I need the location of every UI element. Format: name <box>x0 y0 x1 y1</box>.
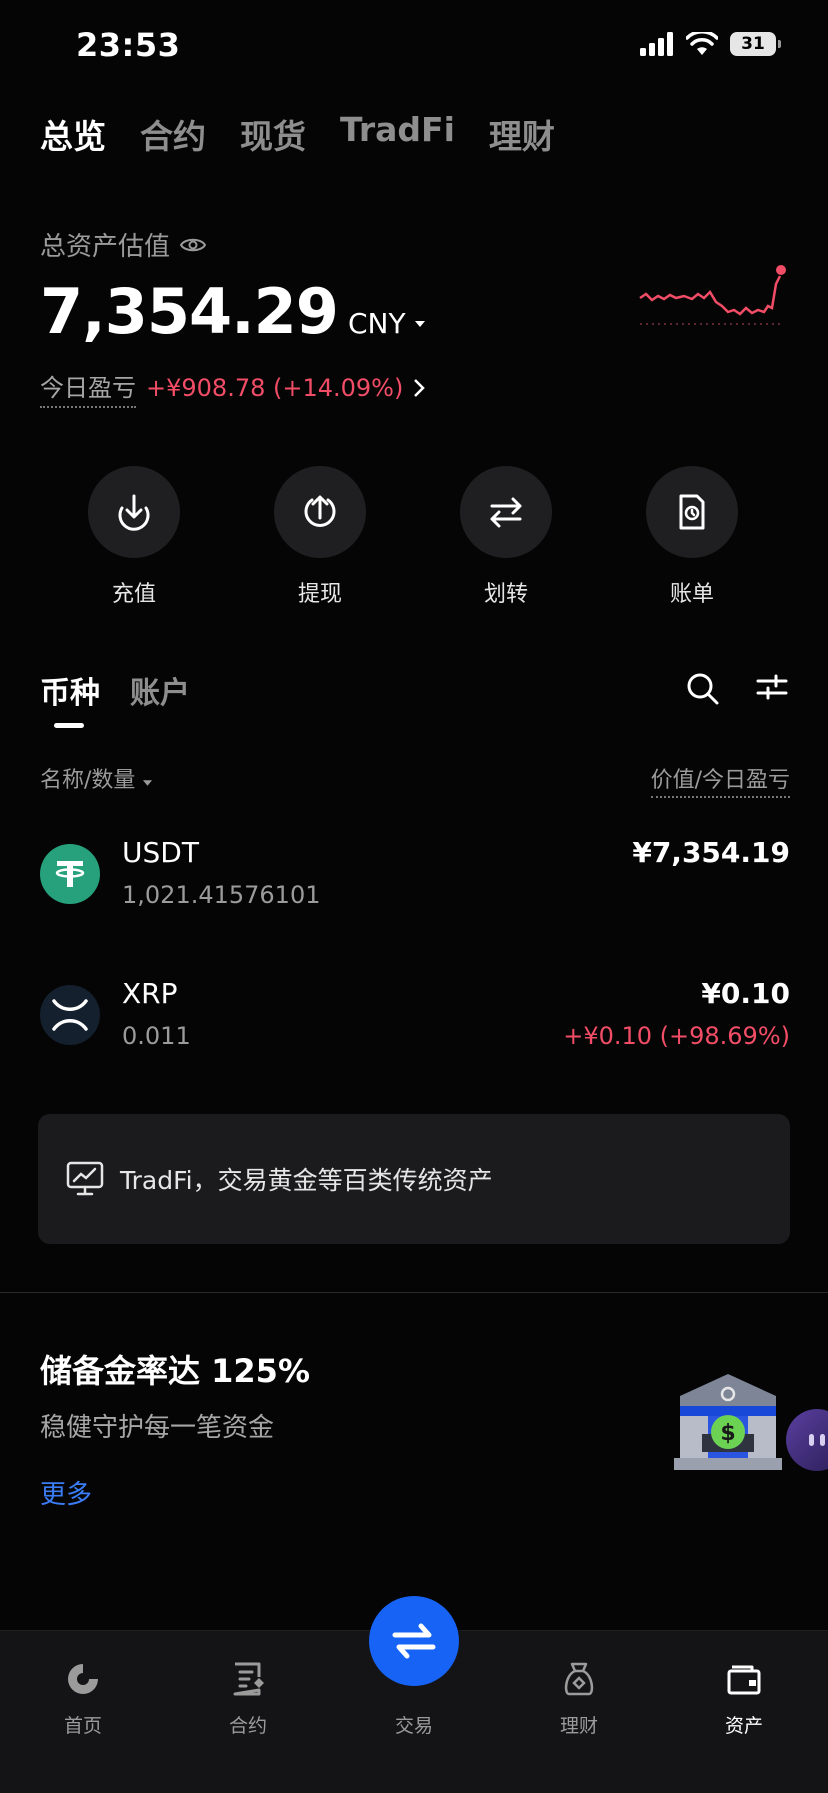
nav-home[interactable]: 首页 <box>23 1661 143 1738</box>
sub-tabs: 币种 账户 <box>40 668 190 712</box>
earn-icon <box>564 1662 594 1696</box>
coin-symbol: XRP <box>122 977 178 1010</box>
nav-earn-label: 理财 <box>559 1715 598 1737</box>
withdraw-icon <box>304 495 336 527</box>
signal-icon <box>640 32 673 56</box>
usdt-logo-icon <box>40 844 100 904</box>
bank-illustration-icon: $ <box>674 1374 782 1470</box>
deposit-icon <box>118 494 150 531</box>
today-pnl-label: 今日盈亏 <box>40 368 136 408</box>
tab-contract[interactable]: 合约 <box>140 110 206 158</box>
status-icons: 31 <box>640 32 781 56</box>
tradfi-banner[interactable]: TradFi，交易黄金等百类传统资产 <box>38 1114 790 1244</box>
coin-quantity: 0.011 <box>122 1022 191 1050</box>
tab-overview[interactable]: 总览 <box>40 110 106 158</box>
tab-account[interactable]: 账户 <box>130 668 190 712</box>
reserve-title: 储备金率达 125% <box>40 1352 311 1390</box>
bill-label: 账单 <box>669 582 714 607</box>
search-icon[interactable] <box>686 672 720 706</box>
transfer-label: 划转 <box>483 582 528 607</box>
deposit-label: 充值 <box>111 582 156 607</box>
top-tabs: 总览 合约 现货 TradFi 理财 <box>40 110 555 158</box>
trade-icon <box>392 1623 436 1659</box>
tab-currency[interactable]: 币种 <box>40 668 100 712</box>
coin-row-usdt[interactable]: USDT 1,021.41576101 ¥7,354.19 <box>40 836 790 909</box>
coin-quantity: 1,021.41576101 <box>122 881 321 909</box>
sort-name-label: 名称/数量 <box>40 768 136 793</box>
today-pnl-row[interactable]: 今日盈亏 +¥908.78 (+14.09%) <box>40 368 426 408</box>
reserve-more-link[interactable]: 更多 <box>40 1474 92 1511</box>
currency-selector[interactable]: CNY <box>348 307 426 340</box>
filter-icon[interactable] <box>756 672 788 702</box>
total-asset-value-row: 7,354.29 CNY <box>40 275 426 348</box>
coin-row-xrp[interactable]: XRP 0.011 ¥0.10 +¥0.10 (+98.69%) <box>40 977 790 1050</box>
transfer-icon <box>490 497 522 528</box>
eye-icon[interactable] <box>180 236 207 254</box>
value-pnl-header[interactable]: 价值/今日盈亏 <box>650 762 790 798</box>
tab-spot[interactable]: 现货 <box>240 110 306 158</box>
nav-home-label: 首页 <box>63 1715 102 1737</box>
home-icon <box>68 1664 98 1694</box>
svg-text:$: $ <box>720 1421 735 1446</box>
caret-down-icon <box>143 780 153 786</box>
transfer-button[interactable]: 划转 <box>413 466 599 608</box>
asset-label-row: 总资产估值 <box>40 226 207 263</box>
caret-down-icon <box>414 320 425 327</box>
nav-trade-label: 交易 <box>394 1715 433 1737</box>
bill-button[interactable]: 账单 <box>599 466 785 608</box>
active-tab-indicator <box>54 723 84 728</box>
chevron-right-icon <box>414 379 426 397</box>
coin-pnl: +¥0.10 (+98.69%) <box>563 1022 790 1050</box>
tradfi-banner-text: TradFi，交易黄金等百类传统资产 <box>120 1166 493 1195</box>
withdraw-button[interactable]: 提现 <box>227 466 413 608</box>
contract-icon <box>233 1662 264 1696</box>
xrp-logo-icon <box>40 985 100 1045</box>
trade-fab-button[interactable] <box>369 1596 459 1686</box>
quick-actions: 充值 提现 划转 账单 <box>0 466 828 608</box>
list-header: 名称/数量 价值/今日盈亏 <box>40 762 790 798</box>
battery-indicator: 31 <box>730 32 781 56</box>
total-asset-value: 7,354.29 <box>40 275 339 348</box>
section-divider <box>0 1292 828 1293</box>
currency-label: CNY <box>347 307 406 340</box>
nav-assets[interactable]: 资产 <box>684 1661 804 1738</box>
coin-value: ¥0.10 <box>701 977 790 1010</box>
wifi-icon <box>686 32 718 55</box>
nav-contract-label: 合约 <box>228 1715 267 1737</box>
chart-monitor-icon <box>66 1161 104 1196</box>
chat-support-button[interactable] <box>786 1409 828 1471</box>
list-tools <box>686 672 788 706</box>
total-asset-label: 总资产估值 <box>40 232 171 262</box>
tab-tradfi[interactable]: TradFi <box>340 110 455 158</box>
deposit-button[interactable]: 充值 <box>41 466 227 608</box>
sort-name-quantity[interactable]: 名称/数量 <box>40 762 153 798</box>
withdraw-label: 提现 <box>297 582 342 607</box>
asset-sparkline[interactable] <box>636 256 788 336</box>
tab-earn[interactable]: 理财 <box>489 110 555 158</box>
coin-value: ¥7,354.19 <box>632 836 790 869</box>
reserve-subtitle: 稳健守护每一笔资金 <box>40 1413 275 1443</box>
today-pnl-value: +¥908.78 (+14.09%) <box>146 374 404 402</box>
wallet-icon <box>727 1665 761 1695</box>
coin-symbol: USDT <box>122 836 199 869</box>
nav-contract[interactable]: 合约 <box>188 1661 308 1738</box>
nav-assets-label: 资产 <box>724 1715 763 1737</box>
bill-icon <box>679 494 705 530</box>
nav-earn[interactable]: 理财 <box>519 1661 639 1738</box>
status-time: 23:53 <box>76 26 181 64</box>
